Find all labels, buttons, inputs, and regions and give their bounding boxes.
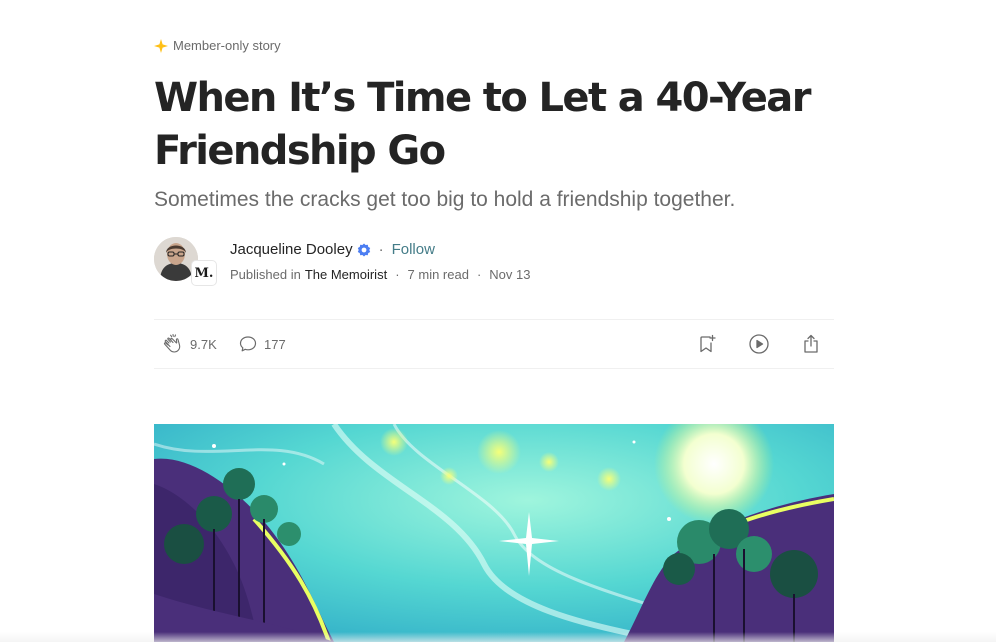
separator-dot: ·	[476, 267, 482, 282]
bookmark-add-icon	[696, 333, 718, 355]
member-only-indicator: Member-only story	[154, 38, 281, 53]
publication-avatar[interactable]: M.	[192, 261, 216, 285]
share-icon	[800, 333, 822, 355]
publication-link[interactable]: The Memoirist	[305, 267, 387, 282]
clap-button[interactable]: 9.7K	[162, 320, 217, 368]
story-title: When It’s Time to Let a 40-Year Friendsh…	[154, 75, 811, 174]
play-circle-icon	[748, 333, 770, 355]
speech-bubble-icon	[238, 334, 258, 354]
bookmark-button[interactable]	[696, 320, 718, 368]
author-name[interactable]: Jacqueline Dooley	[230, 241, 353, 258]
share-button[interactable]	[800, 320, 822, 368]
read-time: 7 min read	[407, 267, 469, 282]
author-name-row: Jacqueline Dooley · Follow	[230, 241, 435, 258]
follow-button[interactable]: Follow	[392, 241, 435, 258]
publish-date: Nov 13	[489, 267, 531, 282]
response-count: 177	[264, 336, 286, 352]
member-only-label: Member-only story	[173, 38, 281, 53]
listen-button[interactable]	[748, 320, 770, 368]
sparkle-star-icon	[154, 38, 168, 53]
responses-button[interactable]: 177	[238, 320, 286, 368]
story-subtitle: Sometimes the cracks get too big to hold…	[154, 188, 736, 211]
hero-image	[154, 424, 834, 642]
verified-badge-icon	[357, 243, 371, 257]
separator-dot: ·	[378, 241, 384, 258]
bottom-edge-shadow	[0, 632, 996, 642]
published-in-label: Published in	[230, 267, 301, 282]
separator-dot: ·	[395, 267, 400, 282]
clap-count: 9.7K	[190, 336, 217, 352]
action-bar: 9.7K 177	[154, 319, 834, 369]
clap-hands-icon	[162, 333, 184, 355]
publication-meta: Published in The Memoirist · 7 min read …	[230, 267, 531, 282]
author-block: M. Jacqueline Dooley · Follow Published …	[154, 237, 834, 285]
